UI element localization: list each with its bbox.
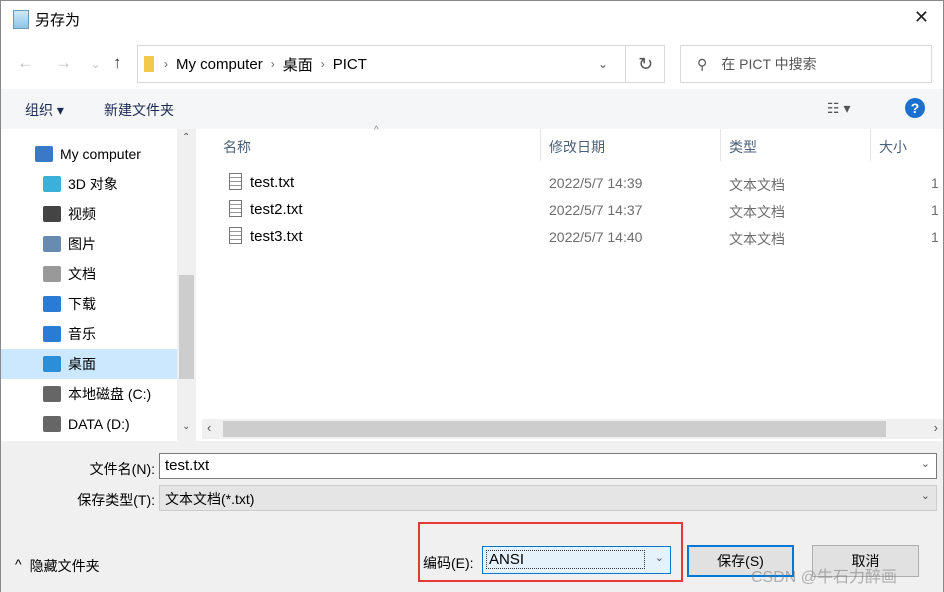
- hide-folders-button[interactable]: ^ 隐藏文件夹: [15, 556, 100, 576]
- up-button[interactable]: ↑: [113, 53, 122, 73]
- notepad-icon: [13, 10, 29, 29]
- encoding-value: ANSI: [485, 550, 646, 569]
- sort-ascending-icon: ^: [374, 125, 379, 136]
- close-button[interactable]: ✕: [914, 7, 929, 28]
- sidebar-item-label: 音乐: [68, 326, 96, 342]
- sidebar-item[interactable]: 音乐: [1, 319, 177, 349]
- sidebar-item[interactable]: 文档: [1, 259, 177, 289]
- file-row[interactable]: test3.txt 2022/5/7 14:40 文本文档 1: [223, 224, 943, 250]
- filetype-value: 文本文档(*.txt): [165, 491, 255, 507]
- sidebar-item-label: 图片: [68, 236, 96, 252]
- new-folder-button[interactable]: 新建文件夹: [104, 100, 174, 120]
- folder-icon: [144, 56, 154, 72]
- column-header-date[interactable]: 修改日期: [541, 129, 721, 161]
- breadcrumb-item[interactable]: My computer: [176, 56, 263, 73]
- picture-icon: [43, 236, 61, 252]
- sidebar-item[interactable]: 3D 对象: [1, 169, 177, 199]
- sidebar-item-label: 下载: [68, 296, 96, 312]
- chevron-down-icon[interactable]: ⌄: [598, 57, 608, 71]
- breadcrumb-item[interactable]: 桌面: [283, 54, 313, 75]
- filetype-label: 保存类型(T):: [77, 492, 155, 508]
- column-header-type[interactable]: 类型: [721, 129, 871, 161]
- save-as-dialog: 另存为 ✕ ← → ⌄ ↑ › My computer › 桌面 › PICT ⌄ ↻…: [0, 0, 944, 592]
- search-placeholder: 在 PICT 中搜索: [721, 56, 817, 72]
- filename-label: 文件名(N):: [89, 461, 155, 477]
- file-size: 1: [931, 229, 939, 245]
- music-icon: [43, 326, 61, 342]
- file-type: 文本文档: [729, 231, 785, 247]
- file-name: test2.txt: [250, 201, 303, 218]
- file-type: 文本文档: [729, 204, 785, 220]
- sidebar-item[interactable]: 本地磁盘 (C:): [1, 379, 177, 409]
- sidebar-item-label: 文档: [68, 266, 96, 282]
- watermark: CSDN @牛石力醉画: [751, 569, 898, 586]
- document-icon: [43, 266, 61, 282]
- file-name: test3.txt: [250, 228, 303, 245]
- file-type: 文本文档: [729, 177, 785, 193]
- recent-dropdown[interactable]: ⌄: [91, 58, 100, 71]
- column-header-size[interactable]: 大小: [871, 129, 943, 161]
- sidebar-item[interactable]: 图片: [1, 229, 177, 259]
- sidebar-item[interactable]: My computer: [1, 139, 177, 169]
- desktop-icon: [43, 356, 61, 372]
- text-file-icon: [229, 227, 242, 244]
- file-name: test.txt: [250, 174, 295, 191]
- sidebar-item[interactable]: DATA (D:): [1, 409, 177, 439]
- address-bar[interactable]: › My computer › 桌面 › PICT ⌄ ↻: [137, 45, 665, 83]
- navigation-pane: My computer 3D 对象视频图片文档下载音乐桌面本地磁盘 (C:) DAT…: [1, 129, 177, 441]
- save-options-panel: 文件名(N): test.txt ⌄ 保存类型(T): 文本文档(*.txt) ⌄ …: [1, 441, 943, 592]
- drive-icon: [43, 386, 61, 402]
- sidebar-item[interactable]: 桌面: [1, 349, 177, 379]
- toolbar: 组织 ▾ 新建文件夹 ☷ ▾ ?: [1, 89, 943, 129]
- view-options-icon[interactable]: ☷ ▾: [827, 100, 850, 117]
- file-size: 1: [931, 202, 939, 218]
- encoding-label: 编码(E):: [423, 555, 474, 571]
- horizontal-scrollbar[interactable]: ‹ ›: [202, 419, 943, 439]
- scrollbar-thumb[interactable]: [179, 275, 194, 379]
- file-date: 2022/5/7 14:39: [549, 175, 643, 191]
- breadcrumb-item[interactable]: PICT: [333, 56, 367, 73]
- filetype-select[interactable]: 文本文档(*.txt) ⌄: [159, 485, 937, 511]
- search-input[interactable]: ⚲ 在 PICT 中搜索: [680, 45, 932, 83]
- drive-icon: [43, 416, 61, 432]
- text-file-icon: [229, 173, 242, 190]
- sidebar-item[interactable]: 视频: [1, 199, 177, 229]
- sidebar-item-label: DATA (D:): [68, 416, 130, 432]
- forward-button[interactable]: →: [55, 53, 72, 73]
- sidebar-item-label: 3D 对象: [68, 176, 118, 192]
- file-row[interactable]: test2.txt 2022/5/7 14:37 文本文档 1: [223, 197, 943, 223]
- scrollbar-thumb[interactable]: [223, 421, 886, 437]
- computer-icon: [35, 146, 53, 162]
- file-date: 2022/5/7 14:40: [549, 229, 643, 245]
- sidebar-item-label: 桌面: [68, 356, 96, 372]
- search-icon: ⚲: [697, 55, 708, 72]
- encoding-select[interactable]: ANSI ⌄: [482, 546, 671, 574]
- file-row[interactable]: test.txt 2022/5/7 14:39 文本文档 1: [223, 170, 943, 196]
- filename-input[interactable]: test.txt ⌄: [159, 453, 937, 479]
- refresh-button[interactable]: ↻: [625, 46, 665, 82]
- help-icon[interactable]: ?: [905, 98, 925, 118]
- download-icon: [43, 296, 61, 312]
- filename-value: test.txt: [165, 457, 210, 474]
- file-size: 1: [931, 175, 939, 191]
- file-date: 2022/5/7 14:37: [549, 202, 643, 218]
- organize-button[interactable]: 组织 ▾: [25, 100, 64, 120]
- sidebar-item-label: 视频: [68, 206, 96, 222]
- video-icon: [43, 206, 61, 222]
- text-file-icon: [229, 200, 242, 217]
- chevron-up-icon: ^: [15, 556, 22, 572]
- sidebar-item[interactable]: 下载: [1, 289, 177, 319]
- window-title: 另存为: [35, 12, 81, 29]
- title-bar: 另存为: [13, 9, 80, 30]
- sidebar-item-label: 本地磁盘 (C:): [68, 386, 152, 402]
- sidebar-scrollbar[interactable]: ⌃ ⌄: [177, 129, 196, 441]
- hide-folders-label: 隐藏文件夹: [29, 558, 100, 574]
- cube-icon: [43, 176, 61, 192]
- sidebar-item-label: My computer: [60, 146, 141, 162]
- back-button[interactable]: ←: [17, 53, 34, 73]
